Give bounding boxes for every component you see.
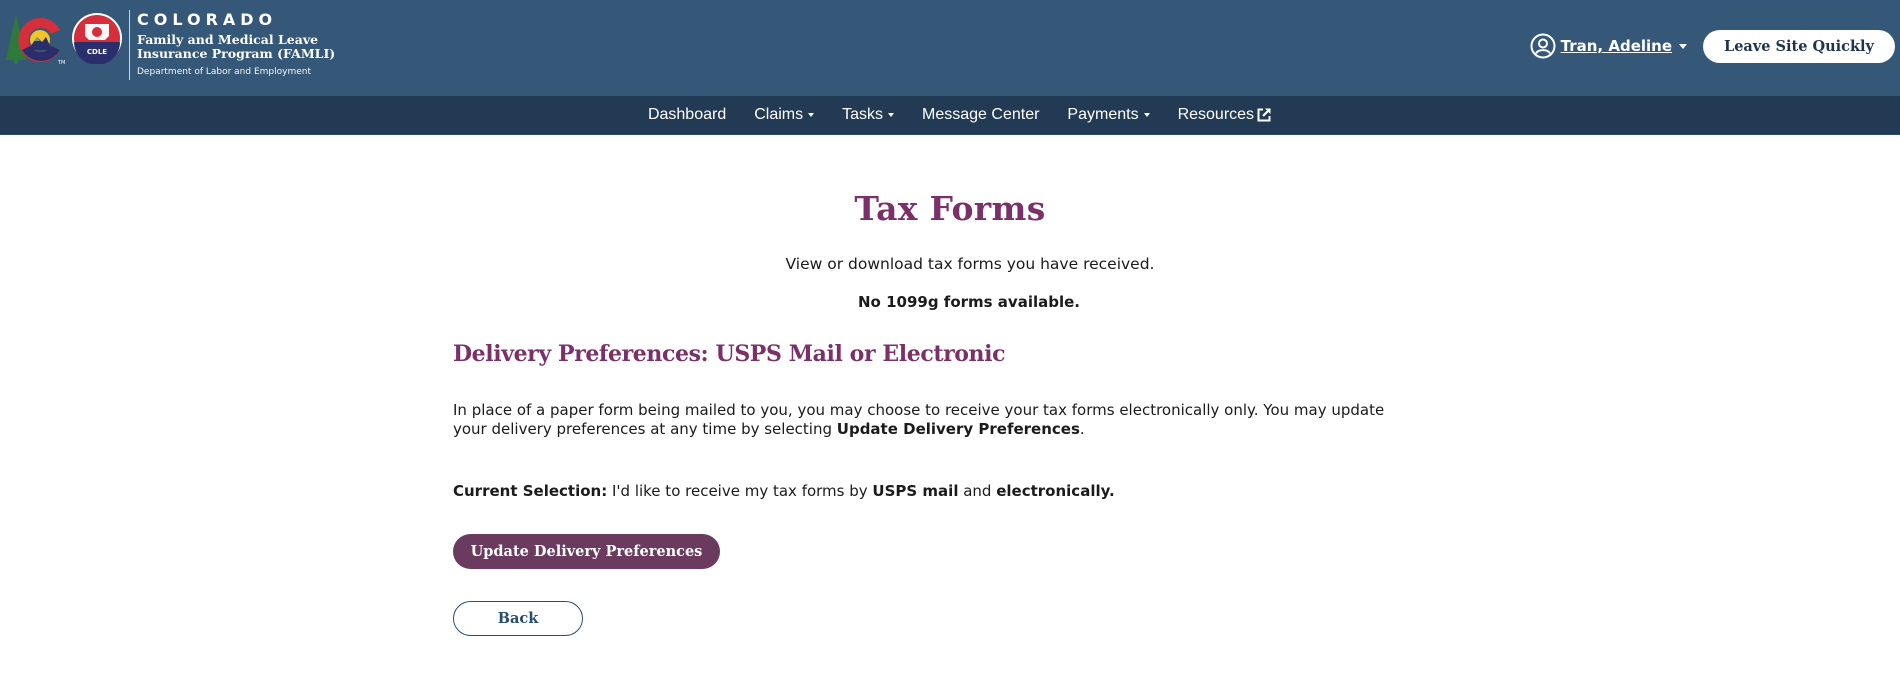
logo-program-line-2: Insurance Program (FAMLI) [137,46,336,61]
user-name-link[interactable]: Tran, Adeline [1561,37,1672,55]
main-content: Tax Forms View or download tax forms you… [0,135,1900,674]
current-selection-usps: USPS mail [872,482,959,500]
delivery-description: In place of a paper form being mailed to… [453,401,1413,439]
nav-item-label: Message Center [922,106,1040,123]
logo-divider [129,10,130,80]
user-menu[interactable]: Tran, Adeline [1530,33,1687,59]
nav-item-payments[interactable]: Payments [1067,106,1150,124]
update-delivery-preferences-button[interactable]: Update Delivery Preferences [453,534,720,569]
logo-department: Department of Labor and Employment [137,67,311,77]
external-link-icon [1257,108,1271,122]
no-forms-message: No 1099g forms available. [858,293,1080,311]
chevron-down-icon [808,113,815,117]
user-circle-icon [1530,33,1556,59]
logo-program-line-1: Family and Medical Leave [137,32,319,47]
nav-item-message-center[interactable]: Message Center [922,106,1039,124]
description-end: . [1079,420,1085,438]
chevron-down-icon [888,113,895,117]
chevron-down-icon [1679,43,1687,49]
chevron-down-icon [1143,113,1150,117]
logo-text: COLORADO Family and Medical Leave Insura… [137,10,335,78]
nav-item-tasks[interactable]: Tasks [842,106,895,124]
current-selection-electronic: electronically. [996,482,1115,500]
nav-item-claims[interactable]: Claims [754,106,815,124]
cdle-seal-icon: CDLE [72,13,122,64]
nav-item-label: Resources [1177,106,1255,123]
current-selection-text: I'd like to receive my tax forms by [607,482,873,500]
nav-item-label: Payments [1067,106,1139,123]
current-selection-label: Current Selection: [453,482,608,500]
main-nav: Dashboard Claims Tasks Message Center Pa… [0,96,1900,135]
current-selection: Current Selection: I'd like to receive m… [453,482,1453,500]
page-title: Tax Forms [854,189,1046,228]
famli-logo[interactable]: TM CDLE COLORADO Family and Medical Leav… [4,10,335,80]
svg-text:CDLE: CDLE [87,48,107,56]
svg-text:TM: TM [57,60,65,66]
description-bold: Update Delivery Preferences [836,420,1080,438]
nav-item-label: Tasks [842,106,884,123]
nav-item-resources[interactable]: Resources [1178,106,1272,124]
current-selection-and: and [958,482,997,500]
nav-item-label: Dashboard [647,106,727,123]
page-subtitle: View or download tax forms you have rece… [785,255,1155,273]
leave-site-quickly-button[interactable]: Leave Site Quickly [1703,30,1895,63]
logo-state-name: COLORADO [137,10,278,29]
colorado-logo-icon: TM [6,14,65,66]
nav-item-dashboard[interactable]: Dashboard [648,106,726,124]
site-header: TM CDLE COLORADO Family and Medical Leav… [0,0,1900,96]
back-button[interactable]: Back [453,601,583,636]
nav-item-label: Claims [754,106,804,123]
section-heading: Delivery Preferences: USPS Mail or Elect… [453,341,1006,367]
